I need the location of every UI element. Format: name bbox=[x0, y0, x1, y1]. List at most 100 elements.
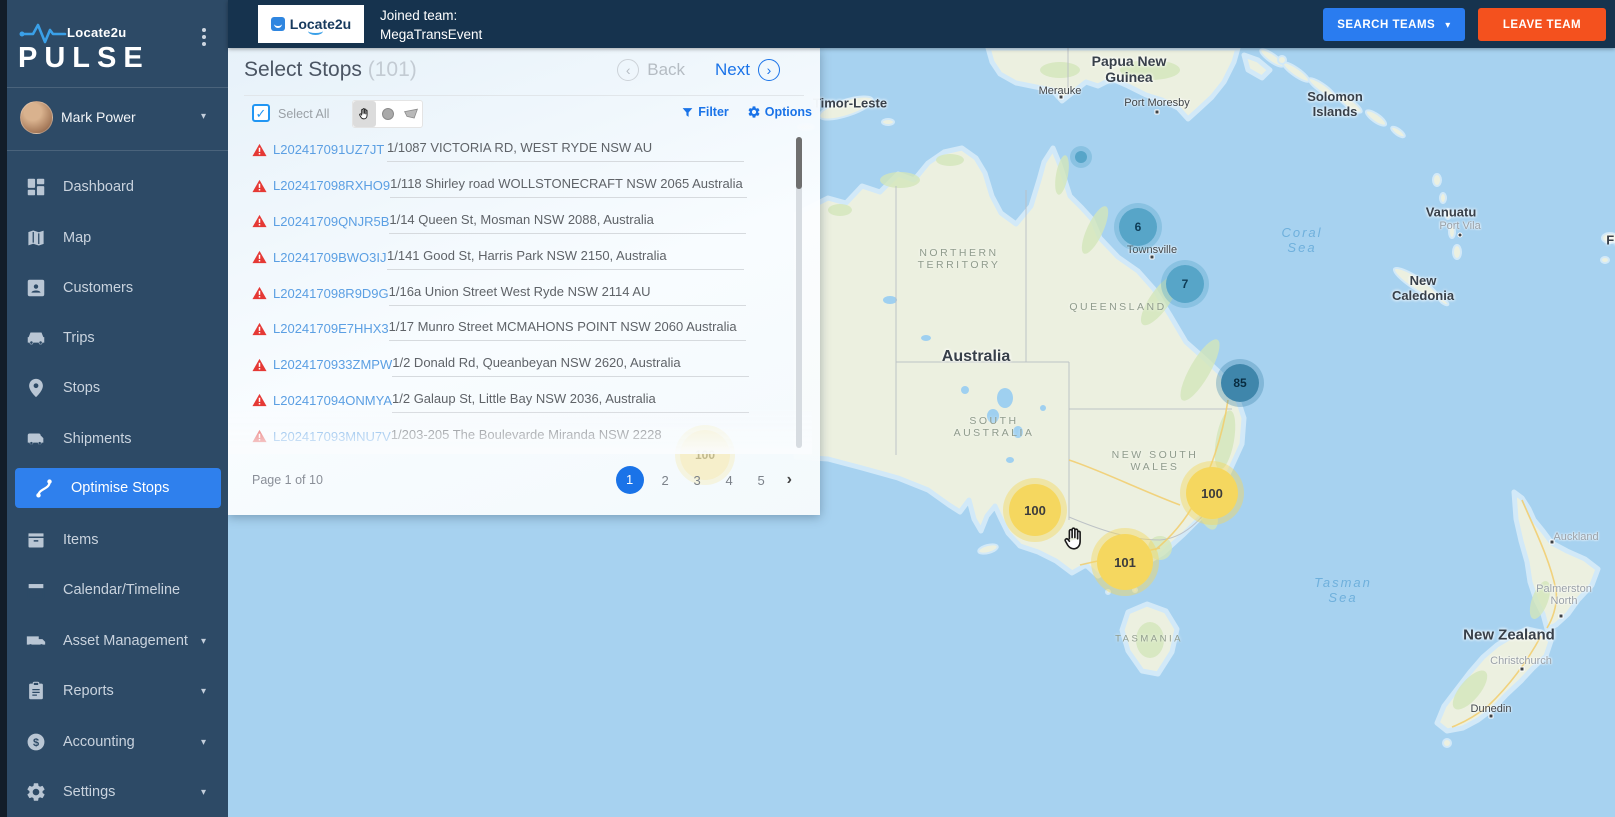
sidebar-item-calendar-timeline[interactable]: Calendar/Timeline bbox=[7, 570, 228, 610]
stop-cluster-100-east[interactable]: 100 bbox=[1186, 467, 1238, 519]
stop-cluster-101[interactable]: 101 bbox=[1097, 534, 1153, 590]
box-icon bbox=[25, 529, 47, 551]
port-vila-marker bbox=[1458, 233, 1463, 238]
filter-button[interactable]: Filter bbox=[681, 105, 729, 119]
back-arrow-icon[interactable]: ‹ bbox=[617, 59, 639, 81]
stop-id-link[interactable]: L202417093MNU7V bbox=[273, 429, 391, 443]
sidebar-item-trips[interactable]: Trips bbox=[7, 318, 228, 358]
back-button[interactable]: Back bbox=[647, 60, 685, 80]
page-buttons: 1 2 3 4 5 › bbox=[616, 460, 792, 500]
sidebar-item-label: Asset Management bbox=[63, 633, 188, 649]
merauke-marker bbox=[1059, 95, 1064, 100]
stop-address: 1/141 Good St, Harris Park NSW 2150, Aus… bbox=[387, 245, 744, 270]
stop-id-link[interactable]: L20241709QNJR5B bbox=[273, 214, 389, 229]
dollar-icon: $ bbox=[25, 731, 47, 753]
polygon-select-tool[interactable] bbox=[399, 101, 422, 127]
sidebar-item-settings[interactable]: Settings ▾ bbox=[7, 772, 228, 812]
page-button-4[interactable]: 4 bbox=[719, 473, 740, 488]
topbar: Locate2u Joined team: MegaTransEvent SEA… bbox=[228, 0, 1615, 48]
sidebar-item-label: Shipments bbox=[63, 431, 132, 447]
sidebar-item-asset-management[interactable]: Asset Management ▾ bbox=[7, 621, 228, 661]
next-arrow-icon[interactable]: › bbox=[758, 59, 780, 81]
stop-row[interactable]: L202417091UZ7JT 1/1087 VICTORIA RD, WEST… bbox=[228, 132, 820, 168]
page-button-1[interactable]: 1 bbox=[616, 466, 644, 494]
map-pin-icon bbox=[25, 377, 47, 399]
sidebar-item-optimise-stops[interactable]: Optimise Stops bbox=[15, 468, 221, 508]
locate2u-logo-text: Locate2u bbox=[290, 16, 351, 32]
select-stops-panel: Select Stops (101) ‹ Back Next › ✓ Selec… bbox=[228, 48, 820, 515]
gear-icon bbox=[747, 105, 761, 119]
sidebar-item-label: Accounting bbox=[63, 734, 135, 750]
warning-icon bbox=[252, 250, 267, 264]
avatar bbox=[20, 101, 53, 134]
trips-icon bbox=[25, 327, 47, 349]
sidebar-item-items[interactable]: Items bbox=[7, 520, 228, 560]
next-page-icon[interactable]: › bbox=[787, 471, 792, 489]
sidebar-item-label: Customers bbox=[63, 280, 133, 296]
page-button-3[interactable]: 3 bbox=[687, 473, 708, 488]
circle-select-tool[interactable] bbox=[376, 101, 399, 127]
scrollbar-thumb[interactable] bbox=[796, 137, 802, 189]
stop-address: 1/118 Shirley road WOLLSTONECRAFT NSW 20… bbox=[390, 173, 747, 198]
sidebar-item-shipments[interactable]: Shipments bbox=[7, 419, 228, 459]
stop-id-link[interactable]: L2024170933ZMPW bbox=[273, 357, 392, 372]
sidebar-item-label: Trips bbox=[63, 330, 95, 346]
stop-row[interactable]: L20241709BWO3IJ 1/141 Good St, Harris Pa… bbox=[228, 239, 820, 275]
list-scrollbar[interactable] bbox=[796, 137, 802, 448]
leave-team-button[interactable]: LEAVE TEAM bbox=[1478, 8, 1606, 41]
chevron-down-icon: ▾ bbox=[201, 787, 206, 798]
chevron-down-icon: ▾ bbox=[201, 111, 206, 122]
stop-row[interactable]: L20241709QNJR5B 1/14 Queen St, Mosman NS… bbox=[228, 204, 820, 240]
sidebar-item-reports[interactable]: Reports ▾ bbox=[7, 671, 228, 711]
next-button[interactable]: Next bbox=[715, 60, 750, 80]
stop-id-link[interactable]: L20241709E7HHX3 bbox=[273, 321, 389, 336]
stop-cluster-85[interactable]: 85 bbox=[1221, 364, 1259, 402]
user-menu[interactable]: Mark Power ▾ bbox=[7, 98, 228, 138]
stop-address: 1/2 Donald Rd, Queanbeyan NSW 2620, Aust… bbox=[392, 352, 749, 377]
sidebar-item-map[interactable]: Map bbox=[7, 218, 228, 258]
stop-cluster-6[interactable]: 6 bbox=[1119, 208, 1157, 246]
page-title: Select Stops (101) bbox=[244, 58, 417, 82]
stop-row[interactable]: L20241709E7HHX3 1/17 Munro Street MCMAHO… bbox=[228, 311, 820, 347]
pan-hand-tool[interactable] bbox=[353, 101, 376, 127]
warning-icon bbox=[252, 179, 267, 193]
brand-area: Locate2u PULSE bbox=[7, 0, 228, 86]
warning-icon bbox=[252, 358, 267, 372]
stop-row[interactable]: L202417098R9D9G 1/16a Union Street West … bbox=[228, 275, 820, 311]
palmerston-north-marker bbox=[1559, 614, 1564, 619]
sidebar-item-stops[interactable]: Stops bbox=[7, 368, 228, 408]
stop-id-link[interactable]: L202417098R9D9G bbox=[273, 286, 389, 301]
stop-id-link[interactable]: L202417098RXHO9 bbox=[273, 178, 390, 193]
stop-row[interactable]: L202417094ONMYA 1/2 Galaup St, Little Ba… bbox=[228, 383, 820, 419]
van-icon bbox=[25, 428, 47, 450]
search-teams-button[interactable]: SEARCH TEAMS▾ bbox=[1323, 8, 1465, 41]
chevron-down-icon: ▾ bbox=[201, 636, 206, 647]
sidebar-item-label: Dashboard bbox=[63, 179, 134, 195]
stops-count: (101) bbox=[368, 58, 417, 81]
page-button-5[interactable]: 5 bbox=[751, 473, 772, 488]
stop-id-link[interactable]: L20241709BWO3IJ bbox=[273, 250, 387, 265]
options-button[interactable]: Options bbox=[747, 105, 812, 119]
kebab-menu-icon[interactable] bbox=[202, 25, 206, 49]
dunedin-marker bbox=[1489, 714, 1494, 719]
sidebar-item-customers[interactable]: Customers bbox=[7, 268, 228, 308]
locate2u-team-badge: Locate2u bbox=[258, 5, 364, 43]
stop-id-link[interactable]: L202417094ONMYA bbox=[273, 393, 392, 408]
stop-cluster-dot[interactable] bbox=[1075, 151, 1087, 163]
page-button-2[interactable]: 2 bbox=[655, 473, 676, 488]
stop-row[interactable]: L202417098RXHO9 1/118 Shirley road WOLLS… bbox=[228, 168, 820, 204]
stop-cluster-100-west[interactable]: 100 bbox=[1009, 484, 1061, 536]
stop-row[interactable]: L202417093MNU7V 1/203-205 The Boulevarde… bbox=[228, 418, 820, 443]
stop-cluster-7[interactable]: 7 bbox=[1166, 265, 1204, 303]
sidebar-item-dashboard[interactable]: Dashboard bbox=[7, 167, 228, 207]
chevron-down-icon: ▾ bbox=[1445, 20, 1451, 31]
stop-row[interactable]: L2024170933ZMPW 1/2 Donald Rd, Queanbeya… bbox=[228, 347, 820, 383]
stop-address: 1/17 Munro Street MCMAHONS POINT NSW 206… bbox=[389, 316, 746, 341]
stop-id-link[interactable]: L202417091UZ7JT bbox=[273, 142, 387, 157]
stop-address: 1/14 Queen St, Mosman NSW 2088, Australi… bbox=[389, 209, 746, 234]
sidebar-item-accounting[interactable]: $ Accounting ▾ bbox=[7, 722, 228, 762]
select-all-checkbox[interactable]: ✓ bbox=[252, 104, 270, 122]
warning-icon bbox=[252, 393, 267, 407]
gear-icon bbox=[25, 781, 47, 803]
calendar-icon bbox=[25, 579, 47, 601]
